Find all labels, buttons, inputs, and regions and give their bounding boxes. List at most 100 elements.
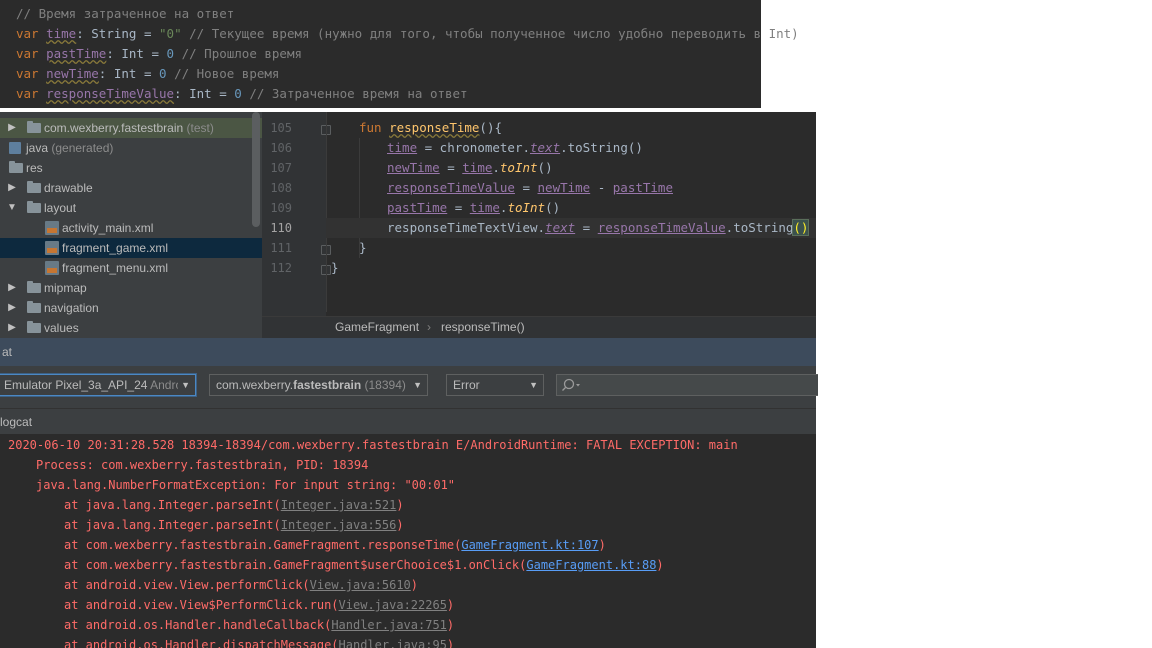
stack-frame-text: at android.os.Handler.handleCallback( bbox=[64, 618, 332, 632]
logcat-title: at bbox=[2, 345, 13, 359]
log-output[interactable]: 2020-06-10 20:31:28.528 18394-18394/com.… bbox=[0, 434, 816, 648]
variable-name: pastTime bbox=[46, 46, 107, 61]
line-number: 111 bbox=[270, 241, 292, 255]
source-link[interactable]: View.java:5610 bbox=[310, 578, 411, 592]
java-folder-icon bbox=[9, 142, 21, 154]
tree-scrollbar[interactable] bbox=[252, 112, 260, 227]
breadcrumb-method[interactable]: responseTime() bbox=[441, 320, 525, 334]
source-link[interactable]: View.java:22265 bbox=[339, 598, 447, 612]
source-link[interactable]: GameFragment.kt:107 bbox=[461, 538, 598, 552]
code-editor[interactable]: 105 106 107 108 109 110 111 112 fun resp… bbox=[262, 112, 816, 316]
logcat-tab[interactable]: logcat bbox=[0, 415, 32, 429]
tree-item-fragment-game[interactable]: fragment_game.xml bbox=[0, 238, 262, 258]
source-link[interactable]: GameFragment.kt:88 bbox=[526, 558, 656, 572]
code-line-105: fun responseTime(){ bbox=[359, 118, 502, 138]
code-text: (){ bbox=[479, 120, 502, 135]
type-text: : Int = bbox=[106, 46, 167, 61]
snippet-line: var newTime: Int = 0 // Новое время bbox=[16, 64, 279, 84]
type-text: : Int = bbox=[98, 66, 160, 81]
code-text: () bbox=[545, 200, 561, 215]
folder-icon bbox=[9, 161, 23, 173]
keyword: var bbox=[16, 86, 39, 101]
line-number: 106 bbox=[270, 141, 292, 155]
property: time bbox=[387, 140, 418, 155]
line-number: 109 bbox=[270, 201, 292, 215]
code-text: . bbox=[492, 160, 500, 175]
device-select[interactable]: Emulator Pixel_3a_API_24 Androi ▼ bbox=[0, 374, 196, 396]
log-line: at android.os.Handler.dispatchMessage(Ha… bbox=[64, 635, 454, 648]
keyword: var bbox=[16, 66, 39, 81]
breadcrumb-class[interactable]: GameFragment bbox=[335, 320, 419, 334]
tree-item-test-package[interactable]: ▶ com.wexberry.fastestbrain (test) bbox=[0, 118, 262, 138]
log-line: java.lang.NumberFormatException: For inp… bbox=[36, 478, 456, 492]
source-link[interactable]: Integer.java:521 bbox=[281, 498, 397, 512]
source-link[interactable]: Integer.java:556 bbox=[281, 518, 397, 532]
logcat-header: at bbox=[0, 338, 816, 366]
tree-item-mipmap[interactable]: ▶ mipmap bbox=[0, 278, 262, 298]
tree-item-values[interactable]: ▶ values bbox=[0, 318, 262, 338]
extension-function: toInt bbox=[507, 200, 546, 215]
chevron-right-icon[interactable]: ▶ bbox=[6, 278, 18, 298]
stack-frame-text: at com.wexberry.fastestbrain.GameFragmen… bbox=[64, 538, 462, 552]
log-line: 2020-06-10 20:31:28.528 18394-18394/com.… bbox=[8, 438, 738, 452]
snippet-line: var pastTime: Int = 0 // Прошлое время bbox=[16, 44, 302, 64]
log-line: at android.view.View$PerformClick.run(Vi… bbox=[64, 595, 454, 615]
tree-item-label: mipmap bbox=[44, 281, 87, 295]
keyword: var bbox=[16, 26, 39, 41]
tree-item-suffix: (generated) bbox=[51, 141, 114, 155]
value-text: 0 bbox=[234, 86, 242, 101]
chevron-right-icon[interactable]: ▶ bbox=[6, 318, 18, 338]
process-pid: (18394) bbox=[364, 378, 406, 392]
tree-item-navigation[interactable]: ▶ navigation bbox=[0, 298, 262, 318]
stack-frame-text: ) bbox=[598, 538, 606, 552]
comment-text: // Затраченное время на ответ bbox=[241, 86, 468, 101]
tree-item-drawable[interactable]: ▶ drawable bbox=[0, 178, 262, 198]
tree-item-suffix: (test) bbox=[186, 121, 214, 135]
folder-icon bbox=[27, 321, 41, 333]
chevron-right-icon[interactable]: ▶ bbox=[6, 178, 18, 198]
source-link[interactable]: Handler.java:95 bbox=[339, 638, 447, 648]
indent-guide bbox=[326, 112, 327, 312]
xml-file-icon bbox=[45, 241, 59, 255]
tree-item-res[interactable]: res bbox=[0, 158, 262, 178]
property: pastTime bbox=[387, 200, 448, 215]
tree-item-label: navigation bbox=[44, 301, 99, 315]
stack-frame-text: ) bbox=[446, 638, 455, 648]
stack-frame-text: at java.lang.Integer.parseInt( bbox=[64, 498, 281, 512]
code-text: = bbox=[439, 160, 463, 175]
chevron-down-icon[interactable]: ▼ bbox=[6, 198, 18, 218]
stack-frame-text: at java.lang.Integer.parseInt( bbox=[64, 518, 281, 532]
folder-icon bbox=[27, 181, 41, 193]
log-level-select[interactable]: Error ▼ bbox=[446, 374, 544, 396]
tree-item-label: fragment_menu.xml bbox=[62, 261, 169, 275]
comment-text: // Текущее время (нужно для того, чтобы … bbox=[181, 26, 799, 41]
log-line: at android.os.Handler.handleCallback(Han… bbox=[64, 615, 454, 635]
source-link[interactable]: Handler.java:751 bbox=[331, 618, 447, 632]
tree-item-fragment-menu[interactable]: fragment_menu.xml bbox=[0, 258, 262, 278]
property: newTime bbox=[537, 180, 591, 195]
tree-item-label: java bbox=[26, 141, 49, 155]
tree-item-label: fragment_game.xml bbox=[62, 241, 169, 255]
process-select[interactable]: com.wexberry.fastestbrain (18394) ▼ bbox=[209, 374, 428, 396]
line-number: 107 bbox=[270, 161, 292, 175]
process-name: fastestbrain bbox=[293, 378, 362, 392]
chevron-right-icon[interactable]: ▶ bbox=[6, 298, 18, 318]
property: pastTime bbox=[612, 180, 673, 195]
keyword: fun bbox=[359, 120, 390, 135]
logcat-search-input[interactable] bbox=[556, 374, 818, 396]
line-number-current: 110 bbox=[270, 221, 292, 235]
stack-frame-text: at android.view.View$PerformClick.run( bbox=[64, 598, 339, 612]
chevron-down-icon: ▼ bbox=[529, 380, 538, 390]
code-text: = bbox=[514, 180, 538, 195]
tree-item-label: com.wexberry.fastestbrain bbox=[44, 121, 184, 135]
tree-item-layout[interactable]: ▼ layout bbox=[0, 198, 262, 218]
code-text: responseTimeTextView. bbox=[387, 220, 546, 235]
chevron-right-icon[interactable]: ▶ bbox=[6, 118, 18, 138]
keyword: var bbox=[16, 46, 39, 61]
code-snippet: // Время затраченное на ответ var time: … bbox=[0, 0, 799, 108]
tree-item-java-generated[interactable]: java (generated) bbox=[0, 138, 262, 158]
tree-item-label: values bbox=[44, 321, 79, 335]
process-prefix: com.wexberry. bbox=[216, 378, 294, 392]
code-text: () bbox=[537, 160, 553, 175]
tree-item-activity-main[interactable]: activity_main.xml bbox=[0, 218, 262, 238]
